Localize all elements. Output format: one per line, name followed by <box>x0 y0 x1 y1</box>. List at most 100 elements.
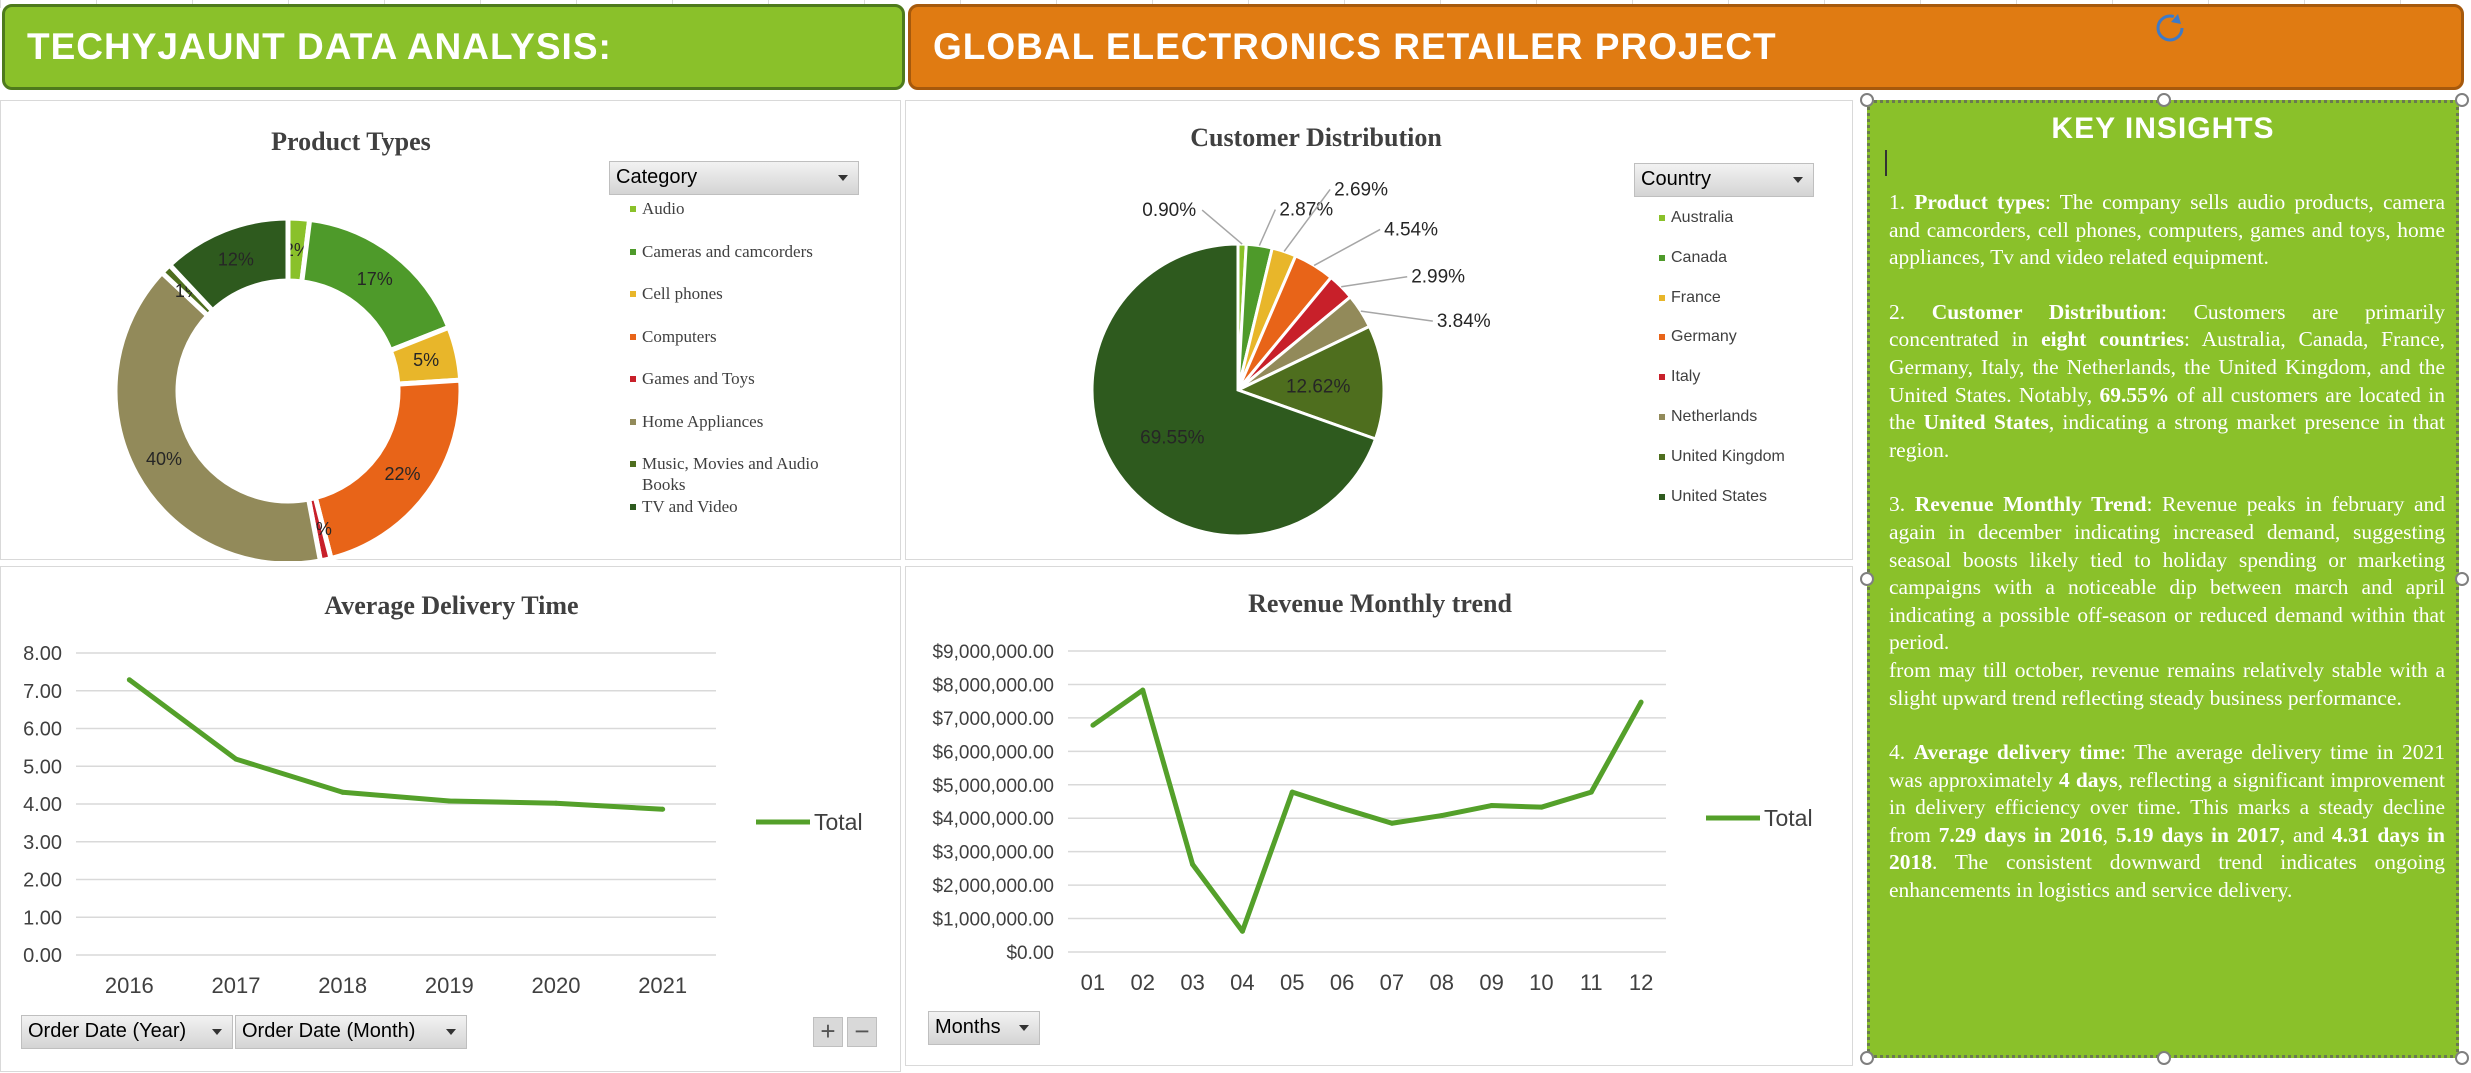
title-banner-right[interactable]: GLOBAL ELECTRONICS RETAILER PROJECT <box>908 4 2464 90</box>
legend-swatch <box>1659 254 1665 261</box>
legend-item-australia: Australia <box>1659 207 1871 228</box>
data-point <box>233 756 239 762</box>
resize-handle-bottom-left[interactable] <box>1860 1051 1874 1065</box>
country-filter-button[interactable]: Country <box>1634 163 1814 197</box>
order-date-year-filter[interactable]: Order Date (Year) <box>21 1015 233 1049</box>
pie-leader-line <box>1201 209 1243 245</box>
key-insights-body[interactable]: 1. Product types: The company sells audi… <box>1889 189 2445 932</box>
pie-leader-line <box>1258 209 1277 246</box>
collapse-minus-button[interactable]: − <box>847 1017 877 1047</box>
resize-handle-bottom-right[interactable] <box>2455 1051 2469 1065</box>
series-line-total <box>127 677 663 812</box>
y-tick-label: 3.00 <box>23 832 62 854</box>
pie-leader-line <box>1341 275 1408 288</box>
donut-slice-home-appliances <box>112 269 323 561</box>
revenue-panel[interactable]: Revenue Monthly trend $0.00 $1,000,000.00… <box>905 566 1853 1066</box>
legend-label: Games and Toys <box>642 369 755 388</box>
category-filter-label: Category <box>616 166 698 188</box>
order-date-year-label: Order Date (Year) <box>28 1020 187 1042</box>
legend-item-music-movies-and-audio-books: Music, Movies and Audio Books <box>630 453 842 495</box>
resize-handle-middle-left[interactable] <box>1860 572 1874 586</box>
x-tick-label: 08 <box>1430 970 1454 995</box>
legend-item-games-and-toys: Games and Toys <box>630 368 842 389</box>
x-tick-label: 04 <box>1230 970 1254 995</box>
legend-item-home-appliances: Home Appliances <box>630 411 842 432</box>
resize-handle-middle-right[interactable] <box>2455 572 2469 586</box>
product-types-panel[interactable]: Product Types 2% 17% 5% 22% 1% 40% 1% 12% Categ… <box>0 100 901 561</box>
pie-label-italy: 2.99% <box>1411 267 1465 288</box>
data-point <box>1239 928 1245 934</box>
pie-label-united-states: 69.55% <box>1140 427 1205 448</box>
insight-revenue-trend: 3. Revenue Monthly Trend: Revenue peaks … <box>1889 492 2445 655</box>
resize-handle-top-right[interactable] <box>2455 93 2469 107</box>
pie-label-germany: 4.54% <box>1384 219 1438 240</box>
x-tick-label: 01 <box>1081 970 1105 995</box>
title-banner-left[interactable]: TECHYJAUNT DATA ANALYSIS: <box>2 4 905 90</box>
legend-label: United States <box>1671 487 1768 505</box>
data-point <box>1538 804 1544 810</box>
y-tick-label: $3,000,000.00 <box>932 843 1054 864</box>
customer-distribution-panel[interactable]: Customer Distribution 0.90% 2.87% 2.69% 4.5… <box>905 100 1853 560</box>
legend-item-canada: Canada <box>1659 247 1871 268</box>
revenue-line-chart: $0.00 $1,000,000.00 $2,000,000.00 $3,000,00… <box>932 642 1812 995</box>
legend-item-audio: Audio <box>630 198 842 219</box>
expand-plus-button[interactable]: + <box>813 1017 843 1047</box>
resize-handle-bottom-middle[interactable] <box>2157 1051 2171 1065</box>
pie-label-united-kingdom: 12.62% <box>1286 377 1351 398</box>
data-point <box>1389 820 1395 826</box>
legend-swatch <box>630 418 636 425</box>
category-filter-button[interactable]: Category <box>609 161 859 195</box>
x-tick-label: 11 <box>1580 970 1603 995</box>
x-tick-label: 03 <box>1180 970 1204 995</box>
order-date-month-filter[interactable]: Order Date (Month) <box>235 1015 467 1049</box>
text-cursor <box>1885 150 1887 176</box>
resize-handle-top-middle[interactable] <box>2157 93 2171 107</box>
legend-label: France <box>1671 288 1721 306</box>
dropdown-arrow-icon <box>1019 1025 1029 1031</box>
legend-label: Italy <box>1671 368 1701 386</box>
x-tick-label: 2017 <box>212 973 261 998</box>
months-filter-button[interactable]: Months <box>928 1011 1040 1045</box>
data-point <box>1140 687 1146 693</box>
x-tick-label: 2018 <box>318 973 367 998</box>
pie-label-canada: 2.87% <box>1279 200 1333 221</box>
key-insights-box[interactable]: KEY INSIGHTS 1. Product types: The compa… <box>1867 100 2459 1058</box>
dropdown-arrow-icon <box>1793 177 1803 183</box>
data-point <box>1190 861 1196 867</box>
legend-item-germany: Germany <box>1659 326 1871 347</box>
legend-swatch <box>630 206 636 212</box>
x-tick-label: 2021 <box>638 973 687 998</box>
resize-handle-top-left[interactable] <box>1860 93 1874 107</box>
y-tick-label: 8.00 <box>23 643 62 665</box>
x-tick-label: 12 <box>1629 970 1653 995</box>
x-tick-label: 06 <box>1330 970 1354 995</box>
y-tick-label: 0.00 <box>23 945 62 967</box>
avg-delivery-panel[interactable]: Average Delivery Time 0.00 1.00 2.00 3.00 4.… <box>0 566 901 1072</box>
y-tick-label: $5,000,000.00 <box>932 776 1054 797</box>
pie-leader-line <box>1313 228 1381 267</box>
months-filter-label: Months <box>935 1016 1001 1038</box>
y-tick-label: 7.00 <box>23 681 62 703</box>
x-tick-label: 09 <box>1479 970 1503 995</box>
donut-label-home-appliances: 40% <box>146 449 182 469</box>
data-point <box>1588 789 1594 795</box>
key-insights-title: KEY INSIGHTS <box>2051 112 2275 145</box>
dropdown-arrow-icon <box>838 175 848 181</box>
series-line-total <box>1091 687 1644 934</box>
insight-revenue-trend-continued: from may till october, revenue remains r… <box>1889 657 2445 710</box>
legend-swatch <box>630 333 636 340</box>
legend-swatch <box>1659 493 1665 500</box>
y-tick-label: $9,000,000.00 <box>932 642 1054 663</box>
legend-label: Australia <box>1671 209 1734 226</box>
y-tick-label: $7,000,000.00 <box>932 709 1054 730</box>
legend-swatch <box>630 248 636 255</box>
dropdown-arrow-icon <box>212 1029 222 1035</box>
rotate-handle-icon[interactable] <box>2152 10 2188 46</box>
legend-item-cameras-and-camcorders: Cameras and camcorders <box>630 241 842 262</box>
x-tick-label: 05 <box>1280 970 1304 995</box>
y-tick-label: 4.00 <box>23 794 62 816</box>
insight-delivery-time: 4. Average delivery time: The average de… <box>1889 740 2446 903</box>
y-tick-label: $4,000,000.00 <box>932 809 1054 830</box>
legend-label-total: Total <box>814 809 863 835</box>
pie-label-netherlands: 3.84% <box>1437 311 1491 332</box>
